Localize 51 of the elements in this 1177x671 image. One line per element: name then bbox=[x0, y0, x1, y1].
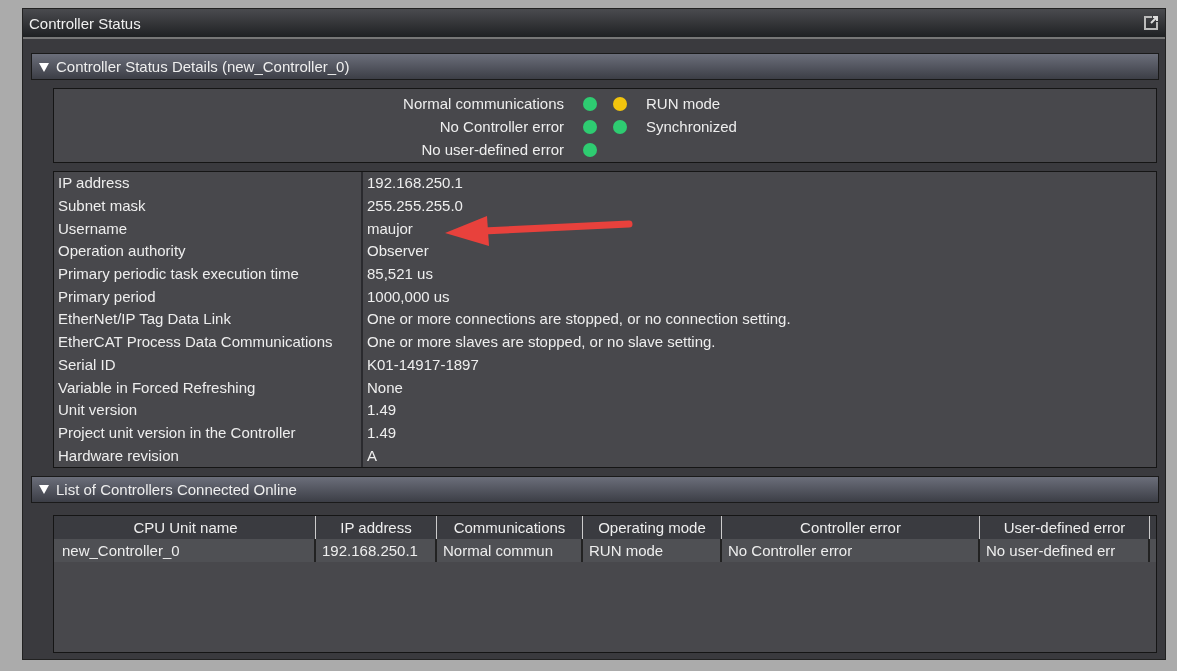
property-name: Unit version bbox=[54, 398, 363, 422]
property-name: Project unit version in the Controller bbox=[54, 421, 363, 445]
table-cell: Normal commun bbox=[437, 538, 583, 562]
property-value: A bbox=[366, 445, 378, 466]
column-header[interactable]: Controller error bbox=[722, 515, 980, 539]
column-header[interactable]: CPU Unit name bbox=[56, 515, 316, 539]
property-name: Username bbox=[54, 217, 363, 241]
property-value: 1000,000 us bbox=[366, 286, 451, 307]
status-label: No Controller error bbox=[439, 118, 564, 135]
property-name: IP address bbox=[54, 172, 363, 195]
section-header[interactable]: Controller Status Details (new_Controller_0) bbox=[31, 53, 1159, 80]
property-name: Variable in Forced Refreshing bbox=[54, 376, 363, 399]
collapse-icon[interactable] bbox=[38, 483, 50, 496]
table-cell: RUN mode bbox=[583, 538, 722, 562]
status-label: RUN mode bbox=[646, 95, 721, 112]
collapse-icon[interactable] bbox=[38, 60, 50, 73]
table-cell: No user-defined err bbox=[980, 538, 1150, 562]
column-header[interactable]: Operating mode bbox=[583, 515, 722, 539]
table-cell: new_Controller_0 bbox=[56, 538, 316, 562]
property-name: Primary period bbox=[54, 285, 363, 309]
property-value: None bbox=[366, 377, 404, 398]
table-cell: 192.168.250.1 bbox=[316, 538, 437, 562]
status-label: Normal communications bbox=[403, 95, 564, 112]
column-header[interactable]: IP address bbox=[316, 515, 437, 539]
window-title: Controller Status bbox=[29, 14, 141, 32]
property-name: Primary periodic task execution time bbox=[54, 262, 363, 286]
undock-icon[interactable] bbox=[1143, 15, 1159, 31]
column-header[interactable]: Communications bbox=[437, 515, 583, 539]
property-name: Subnet mask bbox=[54, 194, 363, 218]
property-name: Hardware revision bbox=[54, 444, 363, 467]
status-label: No user-defined error bbox=[421, 141, 564, 158]
column-header[interactable]: User-defined error bbox=[980, 515, 1150, 539]
section-title: List of Controllers Connected Online bbox=[56, 480, 297, 498]
property-name: EtherCAT Process Data Communications bbox=[54, 330, 363, 354]
property-value: 1.49 bbox=[366, 422, 398, 443]
property-value: One or more slaves are stopped, or no slave setting. bbox=[366, 332, 717, 353]
property-name: Serial ID bbox=[54, 353, 363, 377]
property-value: K01-14917-1897 bbox=[366, 354, 480, 375]
property-value: 255.255.255.0 bbox=[366, 196, 464, 217]
property-value: One or more connections are stopped, or no connection setting. bbox=[366, 309, 792, 330]
property-value: 192.168.250.1 bbox=[366, 173, 464, 194]
property-value: maujor bbox=[366, 218, 414, 239]
property-value: 85,521 us bbox=[366, 264, 434, 285]
property-name: EtherNet/IP Tag Data Link bbox=[54, 308, 363, 331]
section-title: Controller Status Details (new_Controller_0) bbox=[56, 58, 350, 75]
section-header[interactable]: List of Controllers Connected Online bbox=[31, 475, 1159, 503]
property-value: Observer bbox=[366, 241, 430, 262]
table-cell: No Controller error bbox=[722, 538, 980, 562]
property-name: Operation authority bbox=[54, 240, 363, 263]
status-label: Synchronized bbox=[646, 118, 737, 135]
property-value: 1.49 bbox=[366, 400, 398, 421]
